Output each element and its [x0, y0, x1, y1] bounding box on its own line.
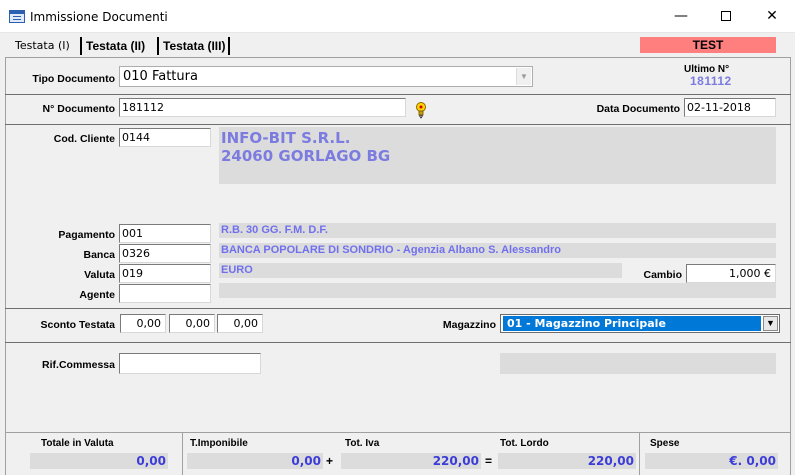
- minimize-button[interactable]: —: [658, 0, 704, 33]
- close-icon: ✕: [766, 8, 778, 24]
- agente-code-field[interactable]: [119, 284, 211, 303]
- pagamento-description: R.B. 30 GG. F.M. D.F.: [219, 223, 776, 238]
- magazzino-value: 01 - Magazzino Principale: [503, 316, 761, 331]
- totals-divider: [182, 432, 183, 475]
- agente-description: [219, 283, 776, 298]
- spese-value: €. 0,00: [645, 453, 778, 469]
- client-name: INFO-BIT S.R.L.: [221, 129, 351, 147]
- window-title: Immissione Documenti: [30, 10, 168, 24]
- agente-label: Agente: [79, 289, 115, 301]
- sconto-3-field[interactable]: 0,00: [217, 314, 263, 333]
- cambio-field[interactable]: 1,000 €: [686, 264, 776, 283]
- commessa-description: [500, 353, 776, 374]
- tab-testata-3[interactable]: Testata (III): [157, 37, 231, 55]
- totals-divider: [639, 432, 640, 475]
- imponibile-value: 0,00: [187, 453, 323, 469]
- pagamento-code-field[interactable]: 001: [119, 224, 211, 243]
- banca-description: BANCA POPOLARE DI SONDRIO - Agenzia Alba…: [219, 243, 776, 258]
- imponibile-label: T.Imponibile: [190, 438, 248, 449]
- title-bar: Immissione Documenti — ✕: [0, 0, 795, 33]
- sconto-testata-label: Sconto Testata: [40, 319, 115, 331]
- banca-code-field[interactable]: 0326: [119, 244, 211, 263]
- cod-cliente-label: Cod. Cliente: [53, 133, 115, 145]
- tot-lordo-value: 220,00: [498, 453, 636, 469]
- chevron-down-icon[interactable]: ▼: [763, 316, 778, 331]
- data-documento-field[interactable]: 02-11-2018: [684, 98, 776, 117]
- spese-label: Spese: [650, 438, 680, 449]
- tot-iva-value: 220,00: [341, 453, 481, 469]
- totale-valuta-value: 0,00: [30, 453, 168, 469]
- ultimo-numero-value: 181112: [690, 74, 732, 88]
- close-button[interactable]: ✕: [749, 0, 795, 33]
- numero-documento-label: N° Documento: [42, 103, 115, 115]
- tipo-documento-select[interactable]: 010 Fattura ▼: [119, 66, 533, 87]
- plus-operator: +: [326, 454, 334, 468]
- data-documento-label: Data Documento: [596, 103, 680, 115]
- client-info-block: INFO-BIT S.R.L. 24060 GORLAGO BG: [219, 127, 776, 184]
- tab-testata-2[interactable]: Testata (II): [80, 37, 148, 55]
- rif-commessa-field[interactable]: [119, 353, 261, 374]
- equals-operator: =: [485, 454, 493, 468]
- tot-lordo-label: Tot. Lordo: [500, 438, 549, 449]
- divider: [5, 342, 791, 343]
- maximize-icon: [721, 11, 731, 21]
- sconto-2-field[interactable]: 0,00: [169, 314, 215, 333]
- cod-cliente-field[interactable]: 0144: [119, 128, 211, 147]
- pagamento-label: Pagamento: [58, 229, 115, 241]
- cambio-label: Cambio: [643, 269, 682, 281]
- client-city: 24060 GORLAGO BG: [221, 147, 391, 165]
- lightbulb-icon[interactable]: [413, 101, 429, 119]
- test-badge: TEST: [640, 37, 776, 53]
- tipo-documento-label: Tipo Documento: [32, 73, 115, 85]
- chevron-down-icon[interactable]: ▼: [516, 68, 531, 85]
- app-window-icon: [9, 10, 25, 23]
- minimize-icon: —: [674, 8, 688, 24]
- valuta-label: Valuta: [84, 269, 115, 281]
- numero-documento-field[interactable]: 181112: [119, 98, 406, 117]
- sconto-1-field[interactable]: 0,00: [120, 314, 166, 333]
- divider: [5, 94, 791, 95]
- divider: [5, 308, 791, 309]
- maximize-button[interactable]: [703, 0, 749, 33]
- magazzino-label: Magazzino: [442, 319, 496, 331]
- banca-label: Banca: [83, 249, 115, 261]
- valuta-description: EURO: [219, 263, 622, 278]
- magazzino-select[interactable]: 01 - Magazzino Principale ▼: [500, 314, 780, 333]
- totale-valuta-label: Totale in Valuta: [41, 438, 114, 449]
- rif-commessa-label: Rif.Commessa: [42, 359, 115, 371]
- divider: [5, 124, 791, 125]
- tab-testata-1[interactable]: Testata (I): [12, 37, 73, 55]
- tipo-documento-value: 010 Fattura: [123, 69, 198, 84]
- valuta-code-field[interactable]: 019: [119, 264, 211, 283]
- tot-iva-label: Tot. Iva: [345, 438, 380, 449]
